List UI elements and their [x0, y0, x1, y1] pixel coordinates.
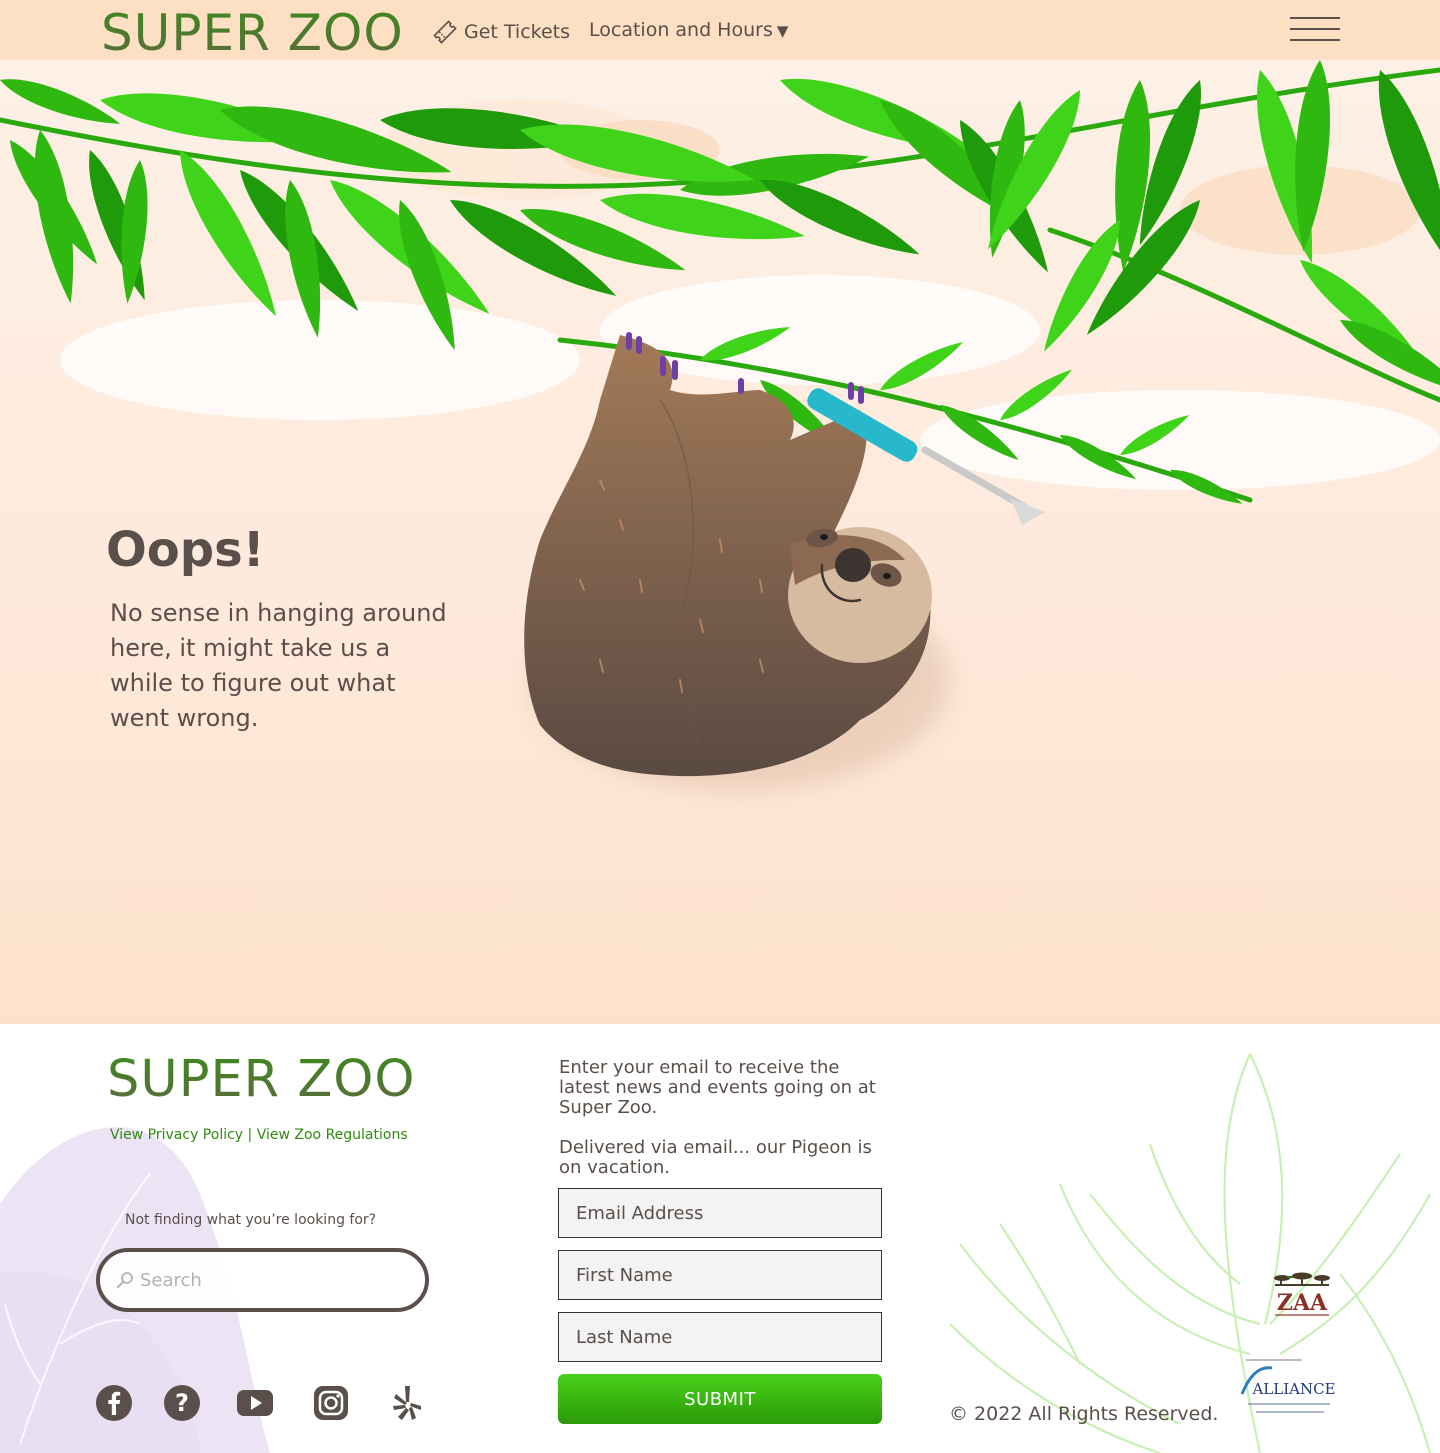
copyright: © 2022 All Rights Reserved.: [949, 1403, 1219, 1425]
hamburger-line: [1290, 17, 1340, 19]
error-title: Oops!: [106, 522, 265, 578]
youtube-icon[interactable]: [236, 1384, 274, 1422]
hamburger-menu-button[interactable]: [1290, 17, 1340, 41]
yelp-icon[interactable]: [388, 1384, 426, 1422]
ticket-icon: [433, 20, 457, 44]
submit-button[interactable]: SUBMIT: [558, 1374, 882, 1424]
nav-location-label: Location and Hours: [589, 19, 773, 41]
last-name-field[interactable]: [558, 1312, 882, 1362]
site-logo[interactable]: SUPER ZOO: [101, 4, 404, 62]
site-header: SUPER ZOO Get Tickets Location and Hours…: [0, 0, 1440, 62]
error-message: No sense in hanging around here, it migh…: [110, 599, 447, 732]
hamburger-line: [1290, 28, 1340, 30]
nav-location-hours[interactable]: Location and Hours ▼: [589, 19, 788, 41]
zoo-regulations-link[interactable]: View Zoo Regulations: [257, 1127, 408, 1143]
first-name-field[interactable]: [558, 1250, 882, 1300]
footer-links: View Privacy Policy | View Zoo Regulatio…: [110, 1127, 408, 1143]
site-footer: SUPER ZOO View Privacy Policy | View Zoo…: [0, 1024, 1440, 1453]
error-hero: Oops! No sense in hanging around here, i…: [0, 60, 1440, 1024]
link-separator: |: [243, 1127, 257, 1143]
footer-logo[interactable]: SUPER ZOO: [107, 1050, 416, 1109]
newsletter-note: Delivered via email... our Pigeon is on …: [559, 1137, 872, 1178]
nav-get-tickets-label: Get Tickets: [464, 21, 571, 43]
svg-text:?: ?: [175, 1389, 189, 1417]
instagram-icon[interactable]: [312, 1384, 350, 1422]
caret-down-icon: ▼: [776, 22, 789, 40]
search-prompt: Not finding what you’re looking for?: [125, 1212, 377, 1228]
hamburger-line: [1290, 39, 1340, 41]
alliance-accreditation-logo[interactable]: ALLIANCE: [1232, 1354, 1336, 1422]
help-icon[interactable]: ?: [163, 1384, 201, 1422]
sloth-illustration: [524, 332, 932, 777]
search-box: [96, 1248, 429, 1312]
search-input[interactable]: [140, 1269, 390, 1291]
email-field[interactable]: [558, 1188, 882, 1238]
alliance-logo-text: ALLIANCE: [1251, 1380, 1335, 1398]
privacy-policy-link[interactable]: View Privacy Policy: [110, 1127, 243, 1143]
zaa-accreditation-logo[interactable]: ZAA: [1267, 1270, 1337, 1330]
search-icon: [117, 1272, 133, 1288]
zaa-logo-text: ZAA: [1277, 1290, 1328, 1316]
newsletter-intro: Enter your email to receive the latest n…: [559, 1057, 876, 1118]
nav-get-tickets[interactable]: Get Tickets: [430, 17, 570, 47]
facebook-icon[interactable]: [95, 1384, 133, 1422]
